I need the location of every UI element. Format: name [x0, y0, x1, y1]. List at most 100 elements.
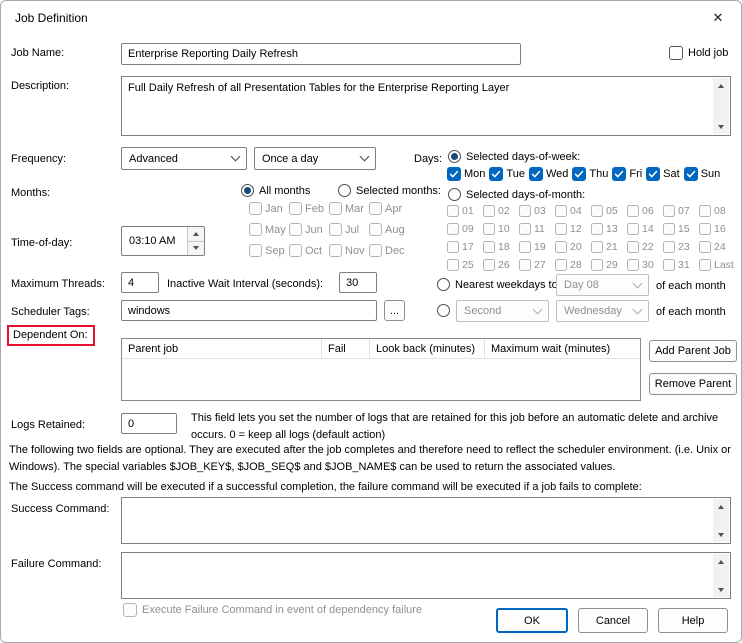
help-button[interactable]: Help [658, 608, 728, 633]
selected-months-radio[interactable]: Selected months: [338, 184, 441, 197]
month-aug-checkbox-label: Aug [385, 223, 405, 236]
weekday-thu-checkbox[interactable]: Thu [572, 167, 608, 181]
weekday-tue-checkbox[interactable]: Tue [489, 167, 525, 181]
day-of-month-04-checkbox-label: 04 [570, 205, 582, 217]
description-scrollbar[interactable] [713, 78, 729, 134]
day-of-month-06-checkbox-label: 06 [642, 205, 654, 217]
day-of-month-26-checkbox-label: 26 [498, 259, 510, 271]
column-header-look-back[interactable]: Look back (minutes) [370, 339, 485, 358]
day-of-month-16-checkbox-label: 16 [714, 223, 726, 235]
day-of-month-last-checkbox-label: Last [714, 259, 734, 271]
month-dec-checkbox: Dec [369, 244, 409, 257]
day-of-month-27-checkbox-label: 27 [534, 259, 546, 271]
frequency-type-dropdown[interactable]: Advanced [121, 147, 247, 170]
selected-days-of-week-radio[interactable]: Selected days-of-week: [448, 150, 580, 163]
maximum-threads-label: Maximum Threads: [11, 278, 105, 290]
success-command-scrollbar[interactable] [713, 499, 729, 542]
remove-parent-button[interactable]: Remove Parent [649, 373, 737, 395]
column-header-fail[interactable]: Fail [322, 339, 370, 358]
weekday-wed-checkbox[interactable]: Wed [528, 167, 569, 181]
checkbox-checked-icon [447, 167, 461, 181]
day-of-month-10-checkbox: 10 [483, 223, 519, 235]
description-textarea[interactable]: Full Daily Refresh of all Presentation T… [121, 76, 731, 136]
month-mar-checkbox: Mar [329, 202, 369, 215]
maximum-threads-input[interactable] [121, 272, 159, 293]
checkbox-icon [249, 244, 262, 257]
weekday-mon-checkbox[interactable]: Mon [447, 167, 485, 181]
chevron-down-icon [359, 151, 370, 162]
failure-command-textarea[interactable] [121, 552, 731, 599]
checkbox-icon [483, 205, 495, 217]
day-of-month-15-checkbox-label: 15 [678, 223, 690, 235]
chevron-down-icon [632, 304, 643, 314]
nearest-weekdays-radio[interactable]: Nearest weekdays to [437, 278, 558, 291]
weekday-fri-checkbox[interactable]: Fri [612, 167, 642, 181]
scroll-up-button[interactable] [713, 78, 729, 93]
scheduler-tags-browse-button[interactable]: ... [384, 300, 405, 321]
weekday-dropdown[interactable]: Wednesday [556, 300, 649, 322]
nearest-day-value: Day 08 [564, 279, 599, 291]
day-of-month-20-checkbox-label: 20 [570, 241, 582, 253]
weekday-checkbox-row: Mon Tue Wed Thu Fri Sat Sun [447, 167, 720, 181]
hold-job-checkbox[interactable]: Hold job [669, 46, 728, 60]
months-label: Months: [11, 187, 51, 199]
frequency-interval-dropdown[interactable]: Once a day [254, 147, 376, 170]
arrow-up-icon [718, 504, 724, 509]
all-months-radio[interactable]: All months [241, 184, 310, 197]
spin-up-button[interactable] [188, 227, 204, 241]
checkbox-icon [123, 603, 137, 617]
scroll-down-button[interactable] [713, 582, 729, 597]
scroll-up-button[interactable] [713, 554, 729, 569]
failure-command-scrollbar[interactable] [713, 554, 729, 597]
day-of-month-24-checkbox-label: 24 [714, 241, 726, 253]
selected-days-of-month-radio[interactable]: Selected days-of-month: [448, 188, 585, 201]
selected-days-of-month-label: Selected days-of-month: [466, 188, 586, 201]
checkbox-icon [447, 241, 459, 253]
add-parent-job-button[interactable]: Add Parent Job [649, 340, 737, 362]
scheduler-tags-input[interactable] [121, 300, 377, 321]
close-button[interactable]: ✕ [695, 1, 741, 34]
execute-failure-command-checkbox: Execute Failure Command in event of depe… [123, 603, 422, 617]
nearest-day-dropdown[interactable]: Day 08 [556, 274, 649, 296]
weekday-sat-checkbox[interactable]: Sat [646, 167, 680, 181]
weekday-wed-checkbox-label: Wed [545, 168, 569, 180]
checkbox-icon [555, 223, 567, 235]
month-jul-checkbox-label: Jul [345, 223, 360, 236]
frequency-interval-value: Once a day [262, 152, 319, 165]
column-header-parent-job[interactable]: Parent job [122, 339, 322, 358]
weekday-value: Wednesday [564, 305, 622, 317]
column-header-maximum-wait[interactable]: Maximum wait (minutes) [485, 339, 640, 358]
checkbox-icon [555, 259, 567, 271]
logs-retained-input[interactable] [121, 413, 177, 434]
day-of-month-04-checkbox: 04 [555, 205, 591, 217]
month-mar-checkbox-label: Mar [345, 202, 364, 215]
month-jan-checkbox: Jan [249, 202, 289, 215]
checkbox-icon [663, 223, 675, 235]
failure-command-label: Failure Command: [11, 558, 102, 570]
day-of-month-13-checkbox: 13 [591, 223, 627, 235]
scroll-up-button[interactable] [713, 499, 729, 514]
success-command-textarea[interactable] [121, 497, 731, 544]
checkbox-icon [447, 223, 459, 235]
spin-down-button[interactable] [188, 240, 204, 255]
dependent-on-table[interactable]: Parent job Fail Look back (minutes) Maxi… [121, 338, 641, 401]
checkbox-icon [519, 259, 531, 271]
frequency-type-value: Advanced [129, 152, 178, 165]
month-sep-checkbox-label: Sep [265, 244, 285, 257]
time-of-day-spinner[interactable]: 03:10 AM [121, 226, 205, 256]
scroll-down-button[interactable] [713, 119, 729, 134]
optional-fields-note: The following two fields are optional. T… [9, 444, 731, 473]
day-of-month-25-checkbox: 25 [447, 259, 483, 271]
ok-button[interactable]: OK [496, 608, 568, 633]
ordinal-dropdown[interactable]: Second [456, 300, 549, 322]
cancel-button[interactable]: Cancel [578, 608, 648, 633]
job-name-input[interactable] [121, 43, 521, 65]
inactive-wait-input[interactable] [339, 272, 377, 293]
ordinal-weekday-radio[interactable] [437, 304, 450, 317]
days-label: Days: [414, 153, 443, 165]
month-feb-checkbox-label: Feb [305, 202, 324, 215]
weekday-sun-checkbox[interactable]: Sun [683, 167, 720, 181]
scroll-down-button[interactable] [713, 527, 729, 542]
checkbox-icon [699, 223, 711, 235]
month-jun-checkbox-label: Jun [305, 223, 323, 236]
